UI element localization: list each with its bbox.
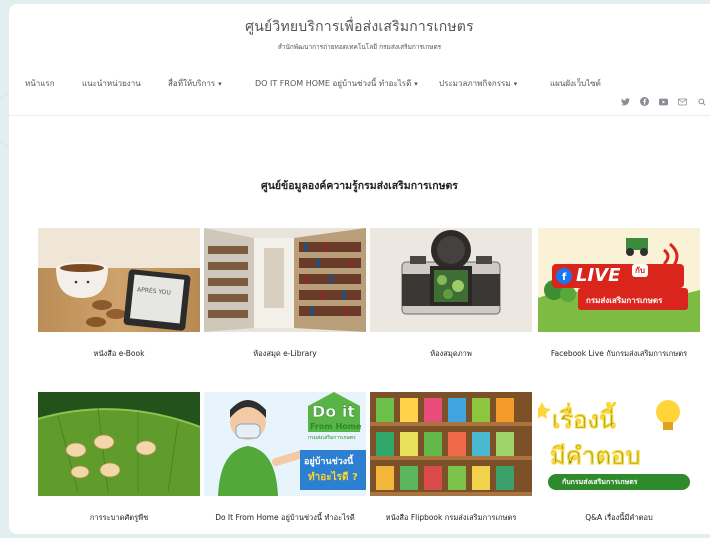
card-elibrary[interactable]: ห้องสมุด e-Library — [204, 228, 366, 360]
doit-line-1: Do it — [312, 402, 355, 421]
card-caption[interactable]: Do It From Home อยู่บ้านช่วงนี้ ทำอะไรดี — [204, 512, 366, 524]
nav-item-sitemap[interactable]: แผนผังเว็บไซต์ — [550, 77, 601, 90]
flipbook-thumbnail[interactable] — [370, 392, 532, 496]
qa-thumbnail[interactable]: เรื่องนี้ มีคำตอบ กับกรมส่งเสริมการเกษตร — [538, 392, 700, 496]
live-dept-label: กรมส่งเสริมการเกษตร — [586, 296, 663, 305]
svg-text:f: f — [562, 272, 567, 283]
card-caption[interactable]: ห้องสมุด e-Library — [204, 348, 366, 360]
nav-item-home[interactable]: หน้าแรก — [25, 77, 55, 90]
card-caption[interactable]: หนังสือ e-Book — [38, 348, 200, 360]
live-label: LIVE — [576, 265, 621, 286]
email-icon[interactable] — [678, 97, 687, 106]
page-container: ศูนย์วิทยบริการเพื่อส่งเสริมการเกษตร สำน… — [9, 4, 710, 534]
site-subtitle: สำนักพัฒนาการถ่ายทอดเทคโนโลยี กรมส่งเสริ… — [277, 43, 442, 51]
live-with-label: กับ — [632, 264, 648, 277]
facebook-live-thumbnail[interactable]: f LIVE กับ กรมส่งเสริมการเกษตร — [538, 228, 700, 332]
nav-item-label: แผนผังเว็บไซต์ — [550, 79, 601, 88]
section-title: ศูนย์ข้อมูลองค์ความรู้กรมส่งเสริมการเกษต… — [261, 180, 458, 192]
doit-line-3: กรมส่งเสริมการเกษตร — [308, 435, 356, 441]
header-divider — [9, 115, 710, 116]
chevron-down-icon: ▾ — [513, 80, 518, 88]
card-caption[interactable]: การระบาดศัตรูพืช — [38, 512, 200, 524]
site-title[interactable]: ศูนย์วิทยบริการเพื่อส่งเสริมการเกษตร — [9, 16, 710, 38]
facebook-icon[interactable] — [640, 97, 649, 106]
qa-line-1: เรื่องนี้ — [552, 406, 616, 435]
nav-item-activities[interactable]: ประมวลภาพกิจกรรม ▾ — [439, 77, 517, 90]
nav-item-label: หน้าแรก — [25, 79, 55, 88]
chevron-down-icon: ▾ — [218, 80, 222, 88]
card-caption[interactable]: Facebook Live กับกรมส่งเสริมการเกษตร — [538, 348, 700, 360]
card-caption[interactable]: หนังสือ Flipbook กรมส่งเสริมการเกษตร — [370, 512, 532, 524]
card-caption[interactable]: ห้องสมุดภาพ — [370, 348, 532, 360]
card-caption[interactable]: Q&A เรื่องนี้มีคำตอบ — [538, 512, 700, 524]
card-photo-library[interactable]: ห้องสมุดภาพ — [370, 228, 532, 360]
elibrary-thumbnail[interactable] — [204, 228, 366, 332]
twitter-icon[interactable] — [621, 97, 630, 106]
ebook-thumbnail[interactable]: APRÈS YOU — [38, 228, 200, 332]
do-it-from-home-thumbnail[interactable]: Do it From Home กรมส่งเสริมการเกษตร อยู่… — [204, 392, 366, 496]
card-ebook[interactable]: APRÈS YOU หนังสือ e-Book — [38, 228, 200, 360]
main-nav: หน้าแรก แนะนำหน่วยงาน สื่อที่ให้บริการ ▾ … — [9, 77, 710, 93]
doit-line-5: ทำอะไรดี ? — [308, 472, 358, 483]
card-flipbook[interactable]: หนังสือ Flipbook กรมส่งเสริมการเกษตร — [370, 392, 532, 524]
nav-item-media[interactable]: สื่อที่ให้บริการ ▾ — [168, 77, 222, 90]
search-icon[interactable] — [697, 97, 706, 106]
chevron-down-icon: ▾ — [414, 80, 418, 88]
nav-item-do-it-from-home[interactable]: DO IT FROM HOME อยู่บ้านช่วงนี้ ทำอะไรดี… — [255, 77, 418, 90]
social-links — [621, 97, 706, 106]
card-pest-outbreak[interactable]: การระบาดศัตรูพืช — [38, 392, 200, 524]
nav-item-about[interactable]: แนะนำหน่วยงาน — [82, 77, 141, 90]
card-facebook-live[interactable]: f LIVE กับ กรมส่งเสริมการเกษตร Facebook … — [538, 228, 700, 360]
doit-line-4: อยู่บ้านช่วงนี้ — [304, 457, 354, 467]
card-do-it-from-home[interactable]: Do it From Home กรมส่งเสริมการเกษตร อยู่… — [204, 392, 366, 524]
qa-line-2: มีคำตอบ — [550, 442, 641, 471]
card-qa[interactable]: เรื่องนี้ มีคำตอบ กับกรมส่งเสริมการเกษตร… — [538, 392, 700, 524]
qa-line-3: กับกรมส่งเสริมการเกษตร — [562, 478, 638, 486]
nav-item-label: DO IT FROM HOME อยู่บ้านช่วงนี้ ทำอะไรดี — [255, 79, 412, 88]
nav-item-label: แนะนำหน่วยงาน — [82, 79, 141, 88]
nav-item-label: สื่อที่ให้บริการ — [168, 79, 216, 88]
pest-outbreak-thumbnail[interactable] — [38, 392, 200, 496]
nav-item-label: ประมวลภาพกิจกรรม — [439, 79, 511, 88]
youtube-icon[interactable] — [659, 97, 668, 106]
photo-library-thumbnail[interactable] — [370, 228, 532, 332]
doit-line-2: From Home — [310, 422, 362, 431]
